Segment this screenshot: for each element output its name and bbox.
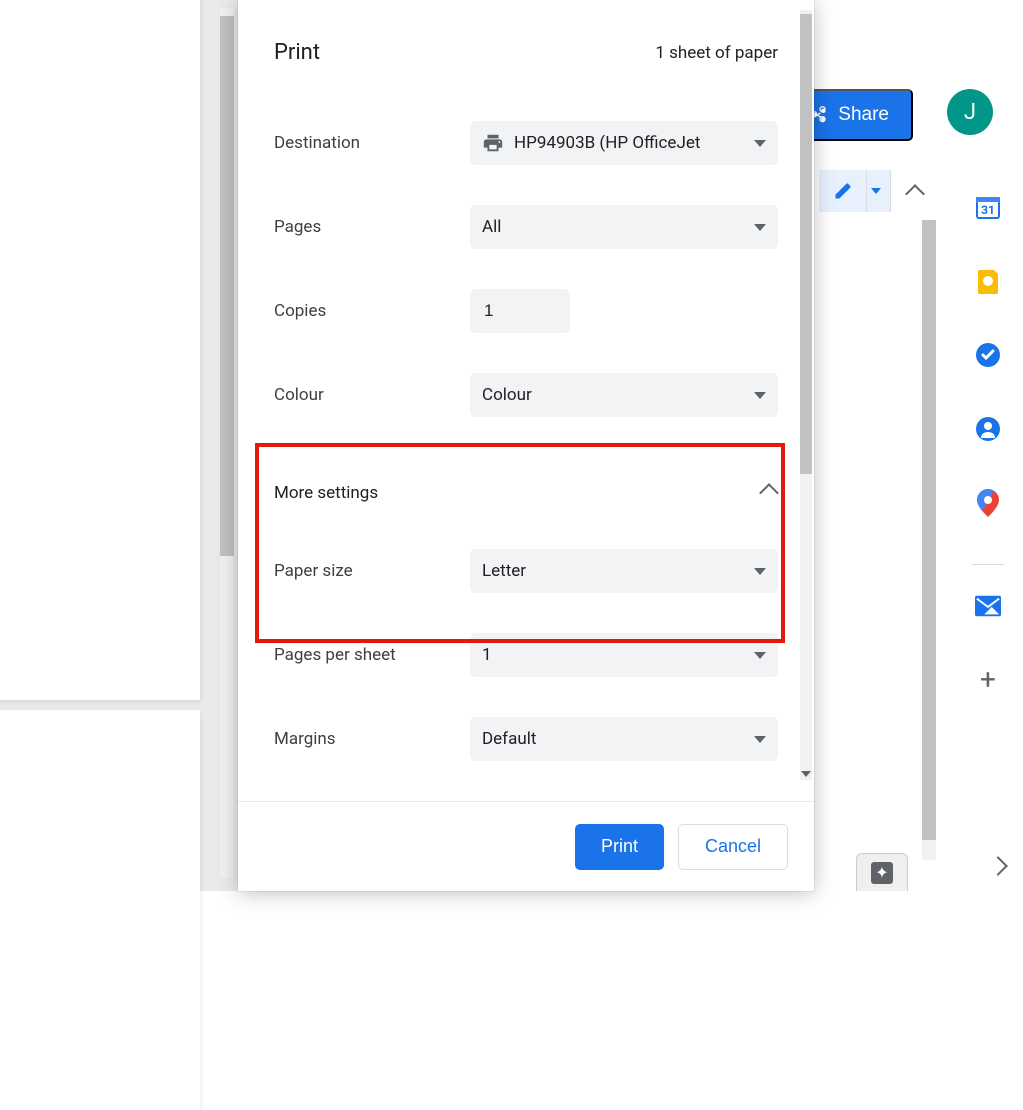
pages-value: All bbox=[482, 217, 754, 237]
paper-size-label: Paper size bbox=[274, 561, 454, 581]
document-scrollbar[interactable] bbox=[922, 220, 936, 860]
destination-select[interactable]: HP94903B (HP OfficeJet bbox=[470, 121, 778, 165]
copies-label: Copies bbox=[274, 301, 454, 321]
document-scrollbar-thumb[interactable] bbox=[922, 220, 936, 840]
dropdown-caret-icon bbox=[754, 568, 766, 575]
dropdown-caret-icon bbox=[754, 392, 766, 399]
destination-value: HP94903B (HP OfficeJet bbox=[514, 133, 754, 153]
paper-size-value: Letter bbox=[482, 561, 754, 581]
side-panel-separator bbox=[972, 564, 1004, 565]
side-panel: 31 + bbox=[953, 164, 1023, 693]
dropdown-caret-icon bbox=[754, 652, 766, 659]
pencil-icon bbox=[834, 182, 852, 200]
preview-scrollbar[interactable] bbox=[220, 8, 234, 878]
more-settings-toggle[interactable]: More settings bbox=[274, 457, 778, 529]
show-side-panel-button[interactable] bbox=[991, 859, 1005, 873]
dropdown-caret-icon bbox=[754, 736, 766, 743]
pages-per-sheet-label: Pages per sheet bbox=[274, 645, 454, 665]
colour-value: Colour bbox=[482, 385, 754, 405]
avatar[interactable]: J bbox=[947, 89, 993, 135]
print-title: Print bbox=[274, 40, 320, 65]
contacts-icon[interactable] bbox=[975, 416, 1001, 442]
dropdown-caret-icon bbox=[754, 140, 766, 147]
explore-button[interactable]: ✦ bbox=[856, 853, 908, 891]
print-button[interactable]: Print bbox=[575, 824, 664, 870]
print-dialog: Print 1 sheet of paper Destination HP949… bbox=[238, 0, 814, 891]
dialog-scrollbar[interactable] bbox=[800, 10, 812, 780]
collapse-toolbar-button[interactable] bbox=[891, 170, 939, 212]
cancel-button[interactable]: Cancel bbox=[678, 824, 788, 870]
dialog-scrollbar-thumb[interactable] bbox=[800, 14, 812, 474]
preview-page bbox=[0, 0, 200, 700]
destination-label: Destination bbox=[274, 133, 454, 153]
scroll-down-button[interactable] bbox=[800, 768, 812, 780]
edit-mode-dropdown[interactable] bbox=[867, 170, 891, 212]
keep-icon[interactable] bbox=[975, 268, 1001, 294]
print-dialog-footer: Print Cancel bbox=[238, 801, 814, 891]
preview-page bbox=[0, 710, 200, 1110]
triangle-down-icon bbox=[801, 771, 811, 777]
avatar-initial: J bbox=[964, 100, 976, 125]
explore-icon: ✦ bbox=[871, 862, 893, 884]
pages-select[interactable]: All bbox=[470, 205, 778, 249]
sheet-count: 1 sheet of paper bbox=[655, 43, 778, 63]
dropdown-caret-icon bbox=[754, 224, 766, 231]
mail-addon-icon[interactable] bbox=[975, 593, 1001, 619]
chevron-up-icon bbox=[759, 483, 779, 503]
more-settings-label: More settings bbox=[274, 483, 378, 503]
chevron-right-icon bbox=[988, 856, 1008, 876]
dropdown-caret-icon bbox=[871, 188, 881, 194]
calendar-icon[interactable]: 31 bbox=[975, 194, 1001, 220]
preview-scrollbar-thumb[interactable] bbox=[220, 16, 234, 556]
copies-input[interactable] bbox=[470, 289, 570, 333]
printer-icon bbox=[482, 132, 504, 154]
colour-label: Colour bbox=[274, 385, 454, 405]
svg-text:31: 31 bbox=[981, 203, 995, 217]
chevron-up-icon bbox=[905, 184, 925, 204]
colour-select[interactable]: Colour bbox=[470, 373, 778, 417]
tasks-icon[interactable] bbox=[975, 342, 1001, 368]
add-addon-button[interactable]: + bbox=[975, 667, 1001, 693]
margins-label: Margins bbox=[274, 729, 454, 749]
maps-icon[interactable] bbox=[975, 490, 1001, 516]
pages-label: Pages bbox=[274, 217, 454, 237]
toolbar-fragment bbox=[819, 170, 939, 212]
pages-per-sheet-select[interactable]: 1 bbox=[470, 633, 778, 677]
share-label: Share bbox=[838, 104, 889, 126]
print-preview-pane bbox=[0, 0, 238, 891]
pages-per-sheet-value: 1 bbox=[482, 645, 754, 665]
margins-select[interactable]: Default bbox=[470, 717, 778, 761]
edit-mode-button[interactable] bbox=[819, 170, 867, 212]
paper-size-select[interactable]: Letter bbox=[470, 549, 778, 593]
margins-value: Default bbox=[482, 729, 754, 749]
plus-icon: + bbox=[980, 666, 996, 694]
